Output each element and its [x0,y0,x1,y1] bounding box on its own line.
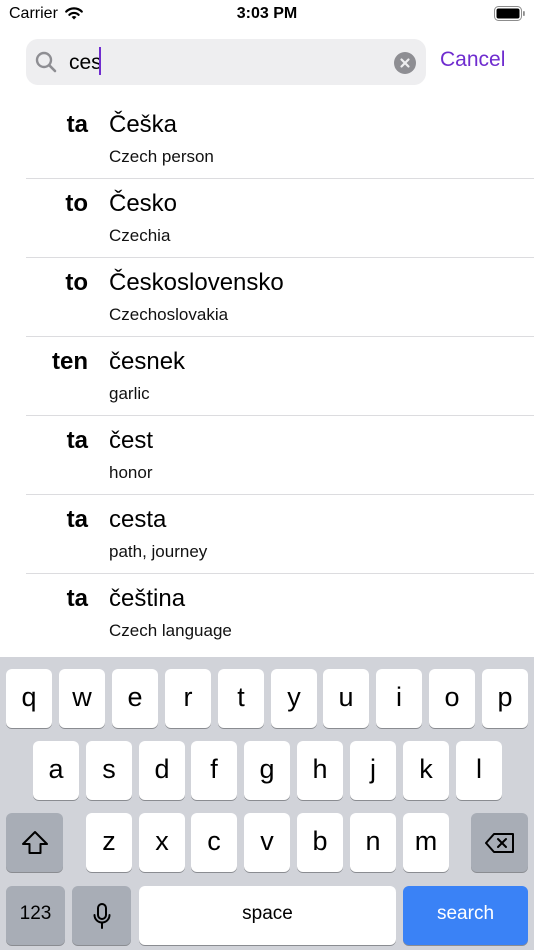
microphone-icon [93,902,110,929]
gender-label: to [65,190,88,217]
search-icon [35,51,57,73]
gender-label: ta [66,506,88,533]
search-key[interactable]: search [403,886,528,945]
battery-icon [494,6,525,21]
list-item[interactable]: ta Češka Czech person [0,99,534,178]
key-a[interactable]: a [33,741,79,800]
key-q[interactable]: q [6,669,52,728]
key-o[interactable]: o [429,669,475,728]
translation-label: garlic [109,384,150,403]
gender-label: ta [66,111,88,138]
key-b[interactable]: b [297,813,343,872]
key-g[interactable]: g [244,741,290,800]
dictation-key[interactable] [72,886,131,945]
gender-label: to [65,269,88,296]
translation-label: Czech language [109,621,232,640]
translation-label: Czechoslovakia [109,305,229,324]
key-x[interactable]: x [139,813,185,872]
key-y[interactable]: y [271,669,317,728]
key-u[interactable]: u [323,669,369,728]
key-c[interactable]: c [191,813,237,872]
status-bar: Carrier 3:03 PM [0,0,534,28]
key-l[interactable]: l [456,741,502,800]
shift-key[interactable] [6,813,63,872]
key-m[interactable]: m [403,813,449,872]
key-p[interactable]: p [482,669,528,728]
shift-icon [21,830,48,854]
key-n[interactable]: n [350,813,396,872]
word-label: cesta [109,506,167,533]
word-label: Československo [109,269,284,296]
key-t[interactable]: t [218,669,264,728]
list-item[interactable]: ta cesta path, journey [0,494,534,573]
clear-search-icon[interactable] [394,52,416,74]
key-k[interactable]: k [403,741,449,800]
list-item[interactable]: ta čeština Czech language [0,573,534,652]
key-z[interactable]: z [86,813,132,872]
list-item[interactable]: ta čest honor [0,415,534,494]
key-v[interactable]: v [244,813,290,872]
key-h[interactable]: h [297,741,343,800]
translation-label: path, journey [109,542,208,561]
key-s[interactable]: s [86,741,132,800]
results-list: ta Češka Czech person to Česko Czechia t… [0,99,534,652]
gender-label: ta [66,585,88,612]
delete-key[interactable] [471,813,528,872]
search-field[interactable] [26,39,426,87]
word-label: čest [109,427,154,454]
clock: 3:03 PM [236,5,298,22]
list-item[interactable]: to Československo Czechoslovakia [0,257,534,336]
keyboard: q w e r t y u i o p a s d f g h j k l z … [0,657,534,950]
key-d[interactable]: d [139,741,185,800]
word-label: čeština [109,585,186,612]
numbers-key[interactable]: 123 [6,886,65,945]
cancel-button[interactable]: Cancel [440,48,505,72]
word-label: Češka [109,111,178,138]
gender-label: ta [66,427,88,454]
key-i[interactable]: i [376,669,422,728]
text-cursor [99,47,101,75]
word-label: Česko [109,190,178,217]
translation-label: Czech person [109,147,214,166]
list-item[interactable]: to Česko Czechia [0,178,534,257]
search-input[interactable] [67,39,371,87]
key-j[interactable]: j [350,741,396,800]
list-item[interactable]: ten česnek garlic [0,336,534,415]
space-key[interactable]: space [139,886,396,945]
translation-label: Czechia [109,226,171,245]
key-f[interactable]: f [191,741,237,800]
key-w[interactable]: w [59,669,105,728]
word-label: česnek [109,348,186,375]
translation-label: honor [109,463,153,482]
backspace-icon [484,832,514,853]
gender-label: ten [52,348,88,375]
key-e[interactable]: e [112,669,158,728]
key-r[interactable]: r [165,669,211,728]
